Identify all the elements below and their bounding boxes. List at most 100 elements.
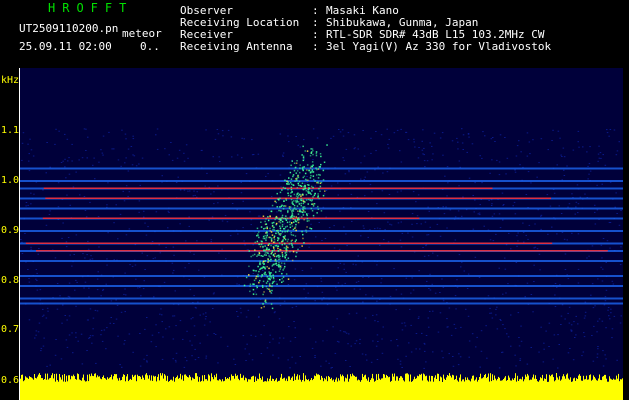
noise-speck (501, 351, 504, 353)
noise-floor-spike (617, 378, 618, 383)
noise-speck (434, 292, 437, 294)
noise-floor-spike (389, 376, 390, 383)
noise-floor-spike (22, 374, 23, 383)
noise-speck (400, 128, 402, 130)
noise-speck (362, 276, 364, 278)
noise-floor-spike (562, 376, 563, 383)
noise-floor-spike (448, 375, 449, 383)
noise-floor-spike (262, 376, 263, 383)
meteor-echo (270, 252, 273, 254)
noise-speck (217, 362, 219, 364)
noise-speck (35, 278, 37, 280)
noise-speck (382, 172, 384, 174)
noise-speck (363, 179, 365, 181)
noise-speck (423, 367, 425, 369)
noise-floor-spike (101, 379, 102, 383)
datetime: 25.09.11 02:00 (19, 40, 112, 53)
meteor-echo (271, 222, 274, 224)
meteor-echo (293, 169, 296, 172)
meteor-echo (312, 196, 314, 198)
noise-speck (536, 176, 538, 178)
noise-speck (376, 300, 378, 302)
noise-speck (273, 312, 276, 314)
noise-floor-spike (217, 380, 218, 383)
noise-floor-spike (192, 377, 193, 383)
meteor-echo (301, 182, 304, 184)
noise-speck (332, 135, 335, 137)
noise-speck (161, 314, 163, 316)
noise-floor-spike (377, 380, 378, 383)
noise-speck (202, 313, 205, 315)
noise-speck (503, 204, 505, 205)
meteor-echo (283, 267, 285, 270)
noise-speck (105, 283, 107, 285)
noise-speck (554, 294, 556, 296)
noise-speck (441, 132, 444, 134)
noise-speck (71, 143, 73, 145)
noise-speck (29, 138, 31, 140)
meteor-echo (274, 245, 277, 247)
noise-floor-spike (509, 377, 510, 383)
noise-speck (339, 210, 341, 212)
noise-speck (314, 300, 316, 302)
noise-speck (119, 364, 121, 366)
noise-floor-spike (384, 374, 385, 383)
noise-speck (87, 240, 89, 242)
noise-speck (287, 135, 289, 137)
noise-floor-spike (479, 377, 480, 383)
noise-speck (588, 173, 590, 175)
noise-speck (344, 331, 347, 333)
noise-speck (471, 143, 474, 145)
noise-speck (458, 254, 461, 256)
meteor-echo (291, 222, 293, 224)
meteor-echo (310, 152, 312, 154)
noise-floor-spike (159, 380, 160, 383)
noise-floor-spike (484, 375, 485, 383)
meteor-echo (289, 223, 291, 226)
noise-floor-spike (611, 379, 612, 383)
noise-floor-spike (94, 373, 95, 383)
noise-speck (424, 343, 426, 345)
noise-speck (421, 149, 424, 151)
noise-speck (135, 165, 138, 167)
noise-speck (538, 351, 540, 353)
noise-speck (117, 335, 119, 337)
noise-speck (442, 286, 445, 288)
meteor-echo (292, 234, 295, 236)
meteor-echo (293, 208, 295, 210)
meteor-echo (309, 167, 312, 169)
meteor-echo (317, 177, 320, 179)
meteor-echo (306, 150, 309, 152)
noise-speck (336, 318, 338, 320)
noise-speck (416, 215, 419, 217)
noise-floor-spike (286, 378, 287, 383)
noise-speck (461, 215, 463, 217)
noise-floor-spike (417, 375, 418, 383)
noise-speck (325, 360, 327, 362)
noise-floor-spike (42, 378, 43, 383)
noise-speck (278, 318, 281, 320)
noise-speck (515, 262, 518, 263)
meteor-echo (299, 209, 301, 211)
meteor-echo (290, 242, 293, 245)
noise-speck (122, 190, 124, 192)
meteor-echo (261, 267, 263, 270)
noise-floor-spike (507, 380, 508, 383)
noise-floor-spike (96, 377, 97, 383)
noise-speck (620, 246, 622, 248)
noise-speck (173, 254, 175, 256)
noise-speck (75, 279, 77, 281)
noise-speck (605, 261, 607, 263)
noise-speck (490, 312, 493, 314)
noise-speck (540, 214, 543, 216)
meteor-echo (266, 287, 269, 290)
noise-speck (424, 350, 426, 352)
meteor-echo (281, 240, 284, 242)
noise-speck (526, 282, 529, 284)
noise-speck (130, 146, 133, 147)
meteor-echo (274, 252, 276, 255)
noise-floor-spike (290, 379, 291, 383)
noise-floor-spike (407, 373, 408, 383)
noise-speck (561, 231, 564, 233)
noise-speck (423, 160, 426, 162)
